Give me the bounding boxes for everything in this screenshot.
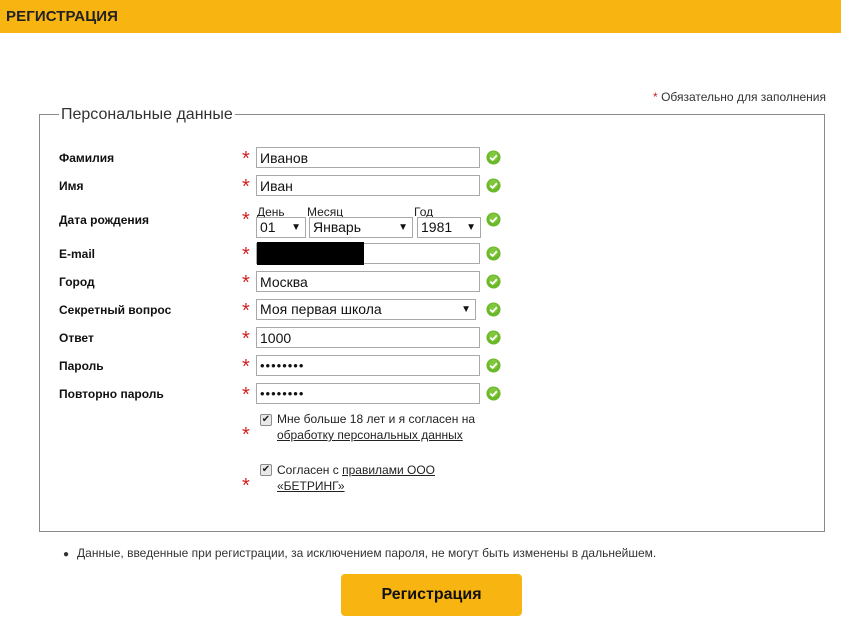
valid-check-icon [486, 330, 501, 345]
required-star: * [242, 356, 250, 378]
valid-check-icon [486, 386, 501, 401]
required-star: * [242, 384, 250, 406]
answer-label: Ответ [59, 331, 94, 345]
last-name-field[interactable] [256, 147, 480, 168]
valid-check-icon [486, 212, 501, 227]
required-star: * [242, 272, 250, 294]
password-repeat-field[interactable]: •••••••• [256, 383, 480, 404]
required-star: * [242, 475, 250, 497]
register-button[interactable]: Регистрация [341, 574, 522, 616]
required-star: * [242, 328, 250, 350]
required-note: * Обязательно для заполнения [653, 90, 826, 104]
dropdown-arrow-icon: ▼ [466, 222, 476, 233]
city-field[interactable] [256, 271, 480, 292]
rules-consent-text: Согласен с правилами ООО «БЕТРИНГ» [277, 462, 447, 494]
rules-consent-label: Согласен с [277, 463, 339, 477]
info-note-text: Данные, введенные при регистрации, за ис… [77, 546, 657, 560]
required-star: * [242, 244, 250, 266]
city-label: Город [59, 275, 95, 289]
section-legend: Персональные данные [59, 106, 235, 124]
dropdown-arrow-icon: ▼ [398, 222, 408, 233]
valid-check-icon [486, 358, 501, 373]
header-bar: РЕГИСТРАЦИЯ [0, 0, 841, 33]
valid-check-icon [486, 274, 501, 289]
personal-data-link[interactable]: обработку персональных данных [277, 428, 463, 442]
valid-check-icon [486, 178, 501, 193]
required-star: * [242, 176, 250, 198]
month-select[interactable]: Январь ▼ [309, 217, 413, 238]
password-field[interactable]: •••••••• [256, 355, 480, 376]
required-star: * [242, 148, 250, 170]
day-select[interactable]: 01 ▼ [256, 217, 306, 238]
redacted-block [257, 242, 364, 265]
valid-check-icon [486, 246, 501, 261]
answer-field[interactable] [256, 327, 480, 348]
dropdown-arrow-icon: ▼ [461, 304, 471, 315]
first-name-label: Имя [59, 179, 84, 193]
month-select-value: Январь [313, 219, 361, 235]
page-title: РЕГИСТРАЦИЯ [6, 8, 119, 25]
day-select-value: 01 [260, 219, 276, 235]
required-star: * [242, 300, 250, 322]
password-repeat-label: Повторно пароль [59, 387, 164, 401]
dropdown-arrow-icon: ▼ [291, 222, 301, 233]
password-label: Пароль [59, 359, 104, 373]
birth-date-label: Дата рождения [59, 213, 150, 227]
secret-question-select[interactable]: Моя первая школа ▼ [256, 299, 476, 320]
secret-question-value: Моя первая школа [260, 301, 382, 317]
first-name-field[interactable] [256, 175, 480, 196]
year-select[interactable]: 1981 ▼ [417, 217, 481, 238]
required-star: * [242, 209, 250, 231]
age-consent-checkbox[interactable]: ✔ [260, 414, 272, 426]
required-star: * [242, 424, 250, 446]
age-consent-label: Мне больше 18 лет и я согласен на [277, 412, 475, 426]
age-consent-text: Мне больше 18 лет и я согласен на обрабо… [277, 411, 477, 443]
last-name-label: Фамилия [59, 151, 115, 165]
required-note-star: * [653, 90, 658, 104]
email-label: E-mail [59, 247, 96, 261]
required-note-text: Обязательно для заполнения [661, 90, 826, 104]
valid-check-icon [486, 150, 501, 165]
info-note: ● Данные, введенные при регистрации, за и… [63, 546, 656, 560]
rules-consent-checkbox[interactable]: ✔ [260, 464, 272, 476]
year-select-value: 1981 [421, 219, 453, 235]
valid-check-icon [486, 302, 501, 317]
bullet-icon: ● [63, 549, 70, 560]
secret-question-label: Секретный вопрос [59, 303, 172, 317]
